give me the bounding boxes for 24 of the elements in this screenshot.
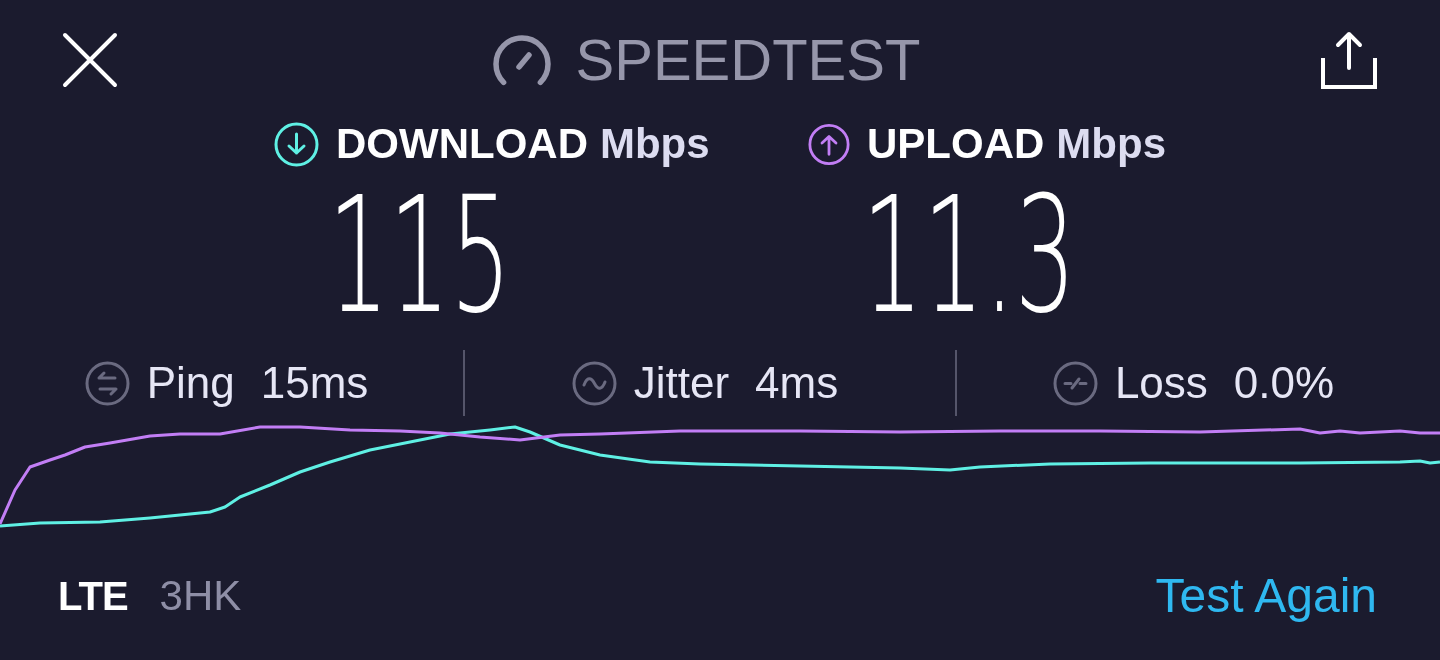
result-value: 11.3	[862, 176, 1076, 336]
share-button[interactable]	[1320, 30, 1378, 90]
result-value: 115	[328, 176, 512, 336]
app-title: SPEEDTEST	[575, 31, 921, 89]
share-icon	[1320, 30, 1378, 90]
stat-label: Loss	[1114, 361, 1208, 405]
network-type: LTE	[58, 576, 128, 616]
wave-icon	[571, 360, 617, 406]
result-unit: Mbps	[1056, 123, 1166, 165]
stat-label: Jitter	[633, 361, 730, 405]
close-button[interactable]	[62, 32, 118, 88]
gauge-icon	[491, 34, 552, 86]
stat-value: 15ms	[260, 361, 369, 405]
test-again-button[interactable]: Test Again	[1155, 572, 1377, 620]
arrows-icon	[84, 360, 130, 406]
slash-icon	[1052, 360, 1098, 406]
result-unit: Mbps	[599, 123, 710, 165]
result-label: DOWNLOAD	[336, 123, 588, 165]
close-icon	[62, 32, 118, 88]
stat-value: 4ms	[755, 361, 839, 405]
stat-label: Ping	[146, 361, 235, 405]
stat-value: 0.0%	[1233, 361, 1335, 405]
result-label: UPLOAD	[867, 123, 1045, 165]
carrier-name: 3HK	[159, 575, 242, 617]
